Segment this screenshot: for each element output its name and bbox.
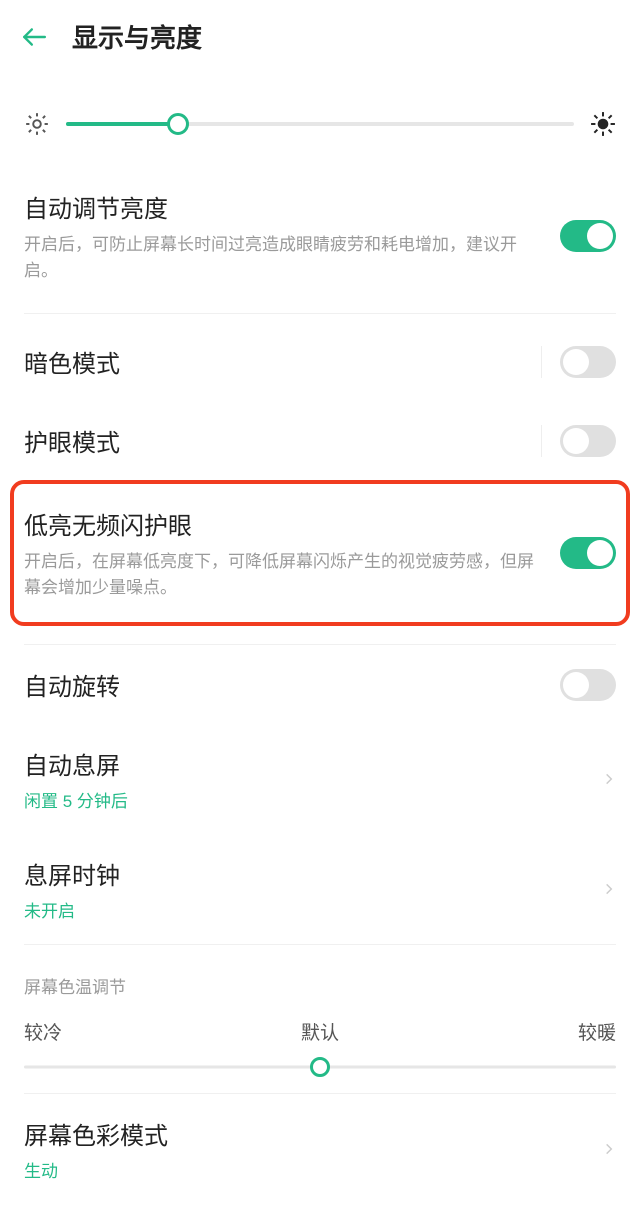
- eye-protect-toggle[interactable]: [560, 425, 616, 457]
- brightness-slider[interactable]: [66, 122, 574, 126]
- dark-mode-toggle[interactable]: [560, 346, 616, 378]
- auto-brightness-row: 自动调节亮度 开启后，可防止屏幕长时间过亮造成眼睛疲劳和耗电增加，建议开启。: [24, 167, 616, 305]
- auto-rotate-toggle[interactable]: [560, 669, 616, 701]
- brightness-slider-thumb[interactable]: [167, 113, 189, 135]
- chevron-right-icon: [602, 877, 616, 901]
- dc-dimming-desc: 开启后，在屏幕低亮度下，可降低屏幕闪烁产生的视觉疲劳感，但屏幕会增加少量噪点。: [24, 549, 548, 600]
- auto-sleep-row[interactable]: 自动息屏 闲置 5 分钟后: [24, 724, 616, 834]
- brightness-slider-fill: [66, 122, 178, 126]
- chevron-right-icon: [602, 767, 616, 791]
- color-mode-title: 屏幕色彩模式: [24, 1116, 590, 1151]
- eye-protect-title: 护眼模式: [24, 423, 511, 458]
- color-temp-warm: 较暖: [578, 1018, 616, 1045]
- color-temp-thumb[interactable]: [310, 1057, 330, 1077]
- brightness-slider-row: [24, 71, 616, 167]
- auto-brightness-title: 自动调节亮度: [24, 189, 548, 224]
- dc-dimming-row: 低亮无频闪护眼 开启后，在屏幕低亮度下，可降低屏幕闪烁产生的视觉疲劳感，但屏幕会…: [24, 484, 616, 622]
- auto-brightness-toggle[interactable]: [560, 220, 616, 252]
- back-button[interactable]: [20, 23, 48, 51]
- auto-rotate-title: 自动旋转: [24, 667, 548, 702]
- dark-mode-title: 暗色模式: [24, 344, 511, 379]
- dark-mode-row[interactable]: 暗色模式: [24, 322, 616, 401]
- color-temp-slider[interactable]: [24, 1055, 616, 1079]
- chevron-right-icon: [602, 1137, 616, 1161]
- aod-row[interactable]: 息屏时钟 未开启: [24, 834, 616, 944]
- color-temp-cold: 较冷: [24, 1018, 62, 1045]
- auto-brightness-desc: 开启后，可防止屏幕长时间过亮造成眼睛疲劳和耗电增加，建议开启。: [24, 232, 548, 283]
- divider: [541, 425, 542, 457]
- highlight-box: 低亮无频闪护眼 开启后，在屏幕低亮度下，可降低屏幕闪烁产生的视觉疲劳感，但屏幕会…: [10, 480, 630, 626]
- sun-high-icon: [590, 111, 616, 137]
- aod-title: 息屏时钟: [24, 856, 590, 891]
- sun-low-icon: [24, 111, 50, 137]
- auto-sleep-title: 自动息屏: [24, 746, 590, 781]
- auto-rotate-row: 自动旋转: [24, 645, 616, 724]
- dc-dimming-title: 低亮无频闪护眼: [24, 506, 548, 541]
- auto-sleep-value: 闲置 5 分钟后: [24, 787, 590, 812]
- aod-value: 未开启: [24, 897, 590, 922]
- color-mode-row[interactable]: 屏幕色彩模式 生动: [24, 1094, 616, 1186]
- dc-dimming-toggle[interactable]: [560, 537, 616, 569]
- divider: [541, 346, 542, 378]
- color-temp-default: 默认: [301, 1018, 339, 1045]
- color-temp-labels: 较冷 默认 较暖: [24, 1018, 616, 1055]
- eye-protect-row[interactable]: 护眼模式: [24, 401, 616, 480]
- color-mode-value: 生动: [24, 1157, 590, 1182]
- page-title: 显示与亮度: [72, 18, 202, 55]
- color-temp-section-label: 屏幕色温调节: [24, 945, 616, 1018]
